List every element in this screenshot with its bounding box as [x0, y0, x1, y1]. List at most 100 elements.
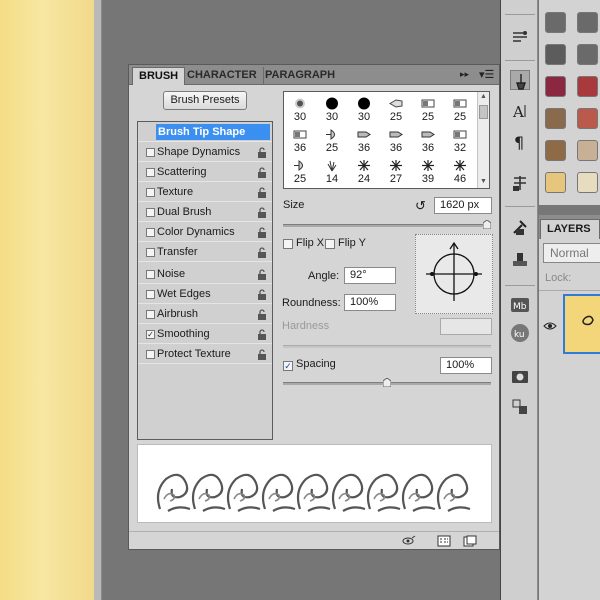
brush-option-dual-brush[interactable]: Dual Brush — [138, 203, 272, 222]
brush-tip-hard-dot[interactable]: 30 — [316, 94, 348, 126]
flip-y-checkbox[interactable] — [325, 239, 335, 249]
option-checkbox[interactable] — [146, 270, 155, 279]
brush-tip-square-brush[interactable]: 32 — [444, 125, 476, 157]
clone-source-icon[interactable] — [510, 173, 530, 193]
brush-tip-grass-brush[interactable]: 14 — [316, 156, 348, 188]
layer-visibility-eye-icon[interactable] — [543, 321, 557, 331]
brush-option-airbrush[interactable]: Airbrush — [138, 305, 272, 324]
option-checkbox[interactable] — [146, 350, 155, 359]
brush-presets-grid-icon[interactable] — [437, 535, 451, 547]
layer-thumbnail[interactable] — [563, 294, 600, 354]
layer-row[interactable] — [539, 290, 600, 358]
swatch[interactable] — [577, 12, 598, 33]
transform-icon[interactable] — [510, 397, 530, 417]
brush-option-texture[interactable]: Texture — [138, 183, 272, 202]
brush-tip-scatter-brush[interactable]: 27 — [380, 156, 412, 188]
brush-tip-scatter-brush[interactable]: 39 — [412, 156, 444, 188]
flip-x-checkbox[interactable] — [283, 239, 293, 249]
kuler-icon[interactable]: ku — [510, 323, 530, 343]
lock-icon[interactable] — [257, 167, 267, 178]
option-checkbox[interactable] — [146, 248, 155, 257]
swatch[interactable] — [577, 172, 598, 193]
brush-settings-icon[interactable] — [510, 28, 530, 48]
brush-option-noise[interactable]: Noise — [138, 265, 272, 284]
brush-tip-square-brush[interactable]: 25 — [444, 94, 476, 126]
lock-icon[interactable] — [257, 309, 267, 320]
brush-tip-flat-brush[interactable]: 36 — [412, 125, 444, 157]
scroll-down-icon[interactable]: ▼ — [480, 178, 487, 185]
brush-option-transfer[interactable]: Transfer — [138, 243, 272, 262]
option-checkbox[interactable] — [146, 290, 155, 299]
option-checkbox[interactable] — [146, 310, 155, 319]
brush-option-smoothing[interactable]: ✓ Smoothing — [138, 325, 272, 344]
lock-icon[interactable] — [257, 247, 267, 258]
brush-tip-hard-dot[interactable]: 30 — [348, 94, 380, 126]
swatch[interactable] — [545, 108, 566, 129]
panel-menu-icon[interactable]: ▾☰ — [479, 68, 494, 81]
option-checkbox[interactable] — [146, 148, 155, 157]
swatch[interactable] — [577, 140, 598, 161]
swatch[interactable] — [577, 44, 598, 65]
brush-tip-square-brush[interactable]: 25 — [412, 94, 444, 126]
brush-presets-button[interactable]: Brush Presets — [163, 91, 247, 110]
spacing-slider-handle[interactable] — [383, 378, 391, 387]
swatch[interactable] — [545, 140, 566, 161]
swatch[interactable] — [545, 12, 566, 33]
tab-layers[interactable]: LAYERS — [540, 219, 600, 239]
stamp-icon[interactable] — [510, 250, 530, 270]
brush-tip-bristle-brush[interactable]: 25 — [380, 94, 412, 126]
brush-option-brush-tip-shape[interactable]: Brush Tip Shape — [138, 123, 272, 142]
brush-option-scattering[interactable]: Scattering — [138, 163, 272, 182]
swatch[interactable] — [577, 108, 598, 129]
lock-icon[interactable] — [257, 349, 267, 360]
brush-tip-flat-brush[interactable]: 36 — [380, 125, 412, 157]
swatch[interactable] — [545, 44, 566, 65]
brush-tip-soft-dot[interactable]: 30 — [284, 94, 316, 126]
lock-icon[interactable] — [257, 289, 267, 300]
brush-tip-scatter-brush[interactable]: 24 — [348, 156, 380, 188]
mini-bridge-icon[interactable]: Mb — [510, 295, 530, 315]
option-checkbox[interactable] — [146, 168, 155, 177]
paragraph-icon[interactable]: ¶ — [510, 132, 530, 152]
new-brush-icon[interactable] — [463, 535, 477, 547]
brush-option-wet-edges[interactable]: Wet Edges — [138, 285, 272, 304]
reset-size-icon[interactable]: ↺ — [415, 198, 426, 214]
brush-tip-fan-brush[interactable]: 25 — [284, 156, 316, 188]
swatch[interactable] — [545, 172, 566, 193]
blend-mode-select[interactable]: Normal — [543, 243, 600, 263]
angle-field[interactable]: 92° — [344, 267, 396, 284]
angle-roundness-widget[interactable] — [415, 234, 493, 314]
option-checkbox[interactable] — [146, 188, 155, 197]
tip-grid-scrollbar[interactable]: ▲ ▼ — [477, 92, 489, 188]
tool-presets-icon[interactable] — [510, 217, 530, 237]
lock-icon[interactable] — [257, 207, 267, 218]
camera-icon[interactable] — [510, 366, 530, 386]
collapse-panel-icon[interactable]: ▸▸ — [460, 69, 469, 80]
toggle-preview-icon[interactable] — [402, 535, 416, 547]
size-slider-track[interactable] — [283, 224, 491, 227]
size-field[interactable]: 1620 px — [434, 197, 492, 214]
brush-tip-square-brush[interactable]: 36 — [284, 125, 316, 157]
spacing-checkbox[interactable]: ✓ — [283, 361, 293, 371]
brush-panel-icon[interactable] — [510, 70, 530, 90]
brush-option-protect-texture[interactable]: Protect Texture — [138, 345, 272, 364]
canvas-document[interactable] — [0, 0, 94, 600]
swatch[interactable] — [545, 76, 566, 97]
size-slider-handle[interactable] — [482, 220, 491, 229]
brush-tip-fan-brush[interactable]: 25 — [316, 125, 348, 157]
option-checkbox[interactable] — [146, 228, 155, 237]
lock-icon[interactable] — [257, 187, 267, 198]
lock-icon[interactable] — [257, 227, 267, 238]
tab-paragraph[interactable]: PARAGRAPH — [259, 67, 341, 85]
lock-icon[interactable] — [257, 147, 267, 158]
lock-icon[interactable] — [257, 269, 267, 280]
brush-tip-flat-brush[interactable]: 36 — [348, 125, 380, 157]
brush-tip-scatter-brush[interactable]: 46 — [444, 156, 476, 188]
brush-option-color-dynamics[interactable]: Color Dynamics — [138, 223, 272, 242]
option-checkbox[interactable]: ✓ — [146, 330, 155, 339]
option-checkbox[interactable] — [146, 208, 155, 217]
spacing-field[interactable]: 100% — [440, 357, 492, 374]
scroll-up-icon[interactable]: ▲ — [480, 93, 487, 100]
character-icon[interactable]: A — [510, 101, 530, 121]
roundness-field[interactable]: 100% — [344, 294, 396, 311]
